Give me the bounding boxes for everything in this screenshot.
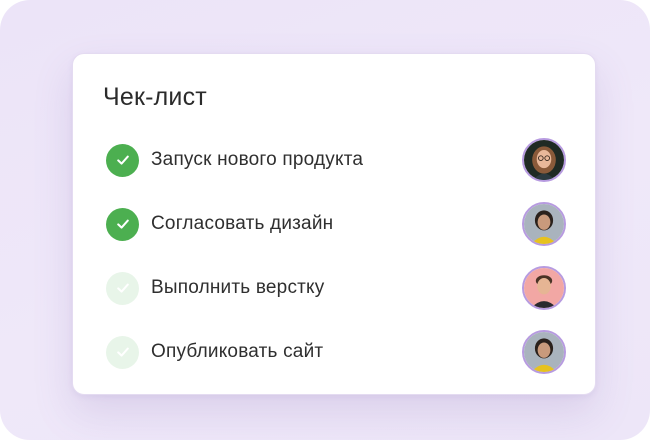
task-label: Запуск нового продукта [151,149,364,170]
task-label: Опубликовать сайт [151,341,324,362]
assignee-avatar[interactable] [522,202,566,246]
checkmark-icon [116,155,129,165]
assignee-avatar[interactable] [522,330,566,374]
card-title: Чек-лист [103,83,207,111]
checkmark-icon [116,219,129,229]
list-item: Опубликовать сайт [73,320,595,384]
task-label: Выполнить верстку [151,277,325,298]
list-item: Запуск нового продукта [73,128,595,192]
list-item: Выполнить верстку [73,256,595,320]
list-item: Согласовать дизайн [73,192,595,256]
checkbox-unchecked[interactable] [106,271,139,305]
avatar-woman-yellow-icon [524,204,564,244]
checklist-list: Запуск нового продукта Согласовать дизай… [73,128,595,384]
checkmark-icon [116,347,129,357]
avatar-woman-glasses-icon [524,140,564,180]
assignee-avatar[interactable] [522,138,566,182]
page-background: Чек-лист Запуск нового продукта Согласов… [0,0,650,440]
checkbox-unchecked[interactable] [106,335,139,369]
assignee-avatar[interactable] [522,266,566,310]
task-label: Согласовать дизайн [151,213,334,234]
checkbox-checked[interactable] [106,207,139,241]
avatar-man-icon [524,268,564,308]
checkbox-checked[interactable] [106,143,139,177]
avatar-woman-yellow-icon [524,332,564,372]
checkmark-icon [116,283,129,293]
checklist-card: Чек-лист Запуск нового продукта Согласов… [72,53,596,395]
